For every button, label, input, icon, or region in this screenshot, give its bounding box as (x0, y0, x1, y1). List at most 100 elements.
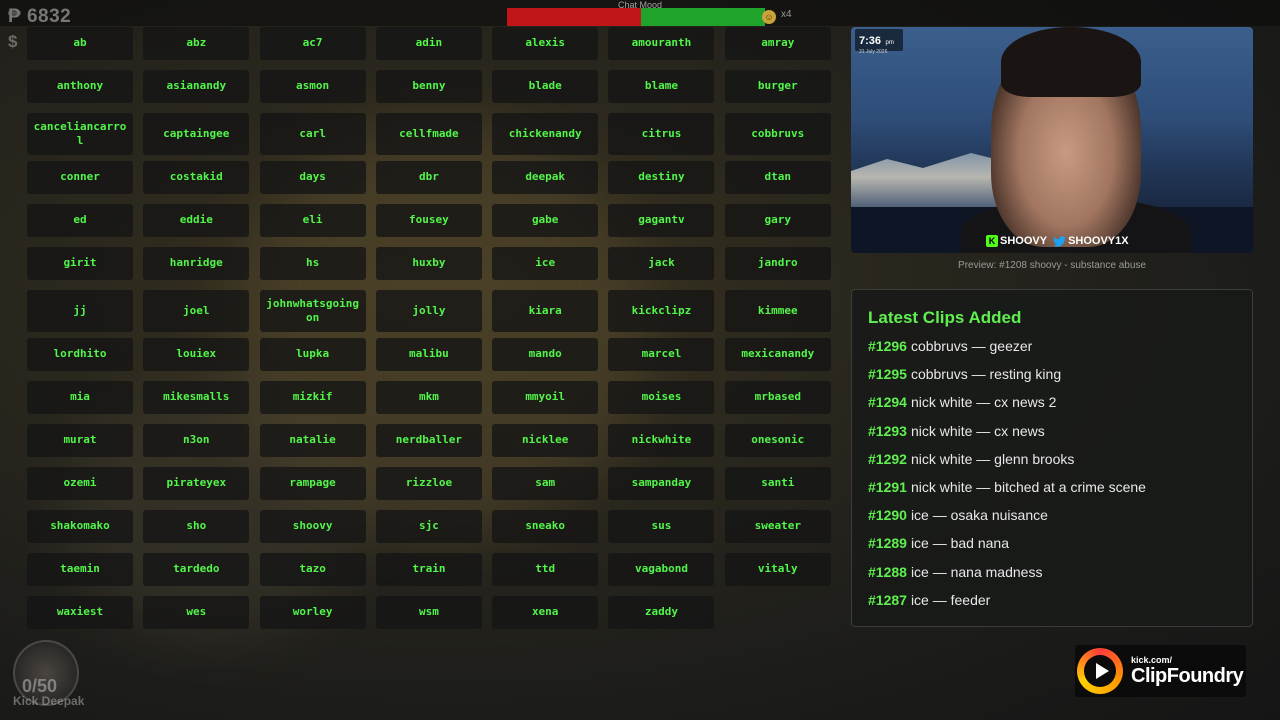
clip-button-sneako[interactable]: sneako (492, 510, 599, 543)
clip-button-jolly[interactable]: jolly (375, 290, 482, 332)
clip-button-mizkif[interactable]: mizkif (259, 381, 366, 414)
clip-button-jandro[interactable]: jandro (724, 247, 831, 280)
clip-button-malibu[interactable]: malibu (375, 338, 482, 371)
clip-button-ed[interactable]: ed (27, 204, 133, 237)
clip-button-joel[interactable]: joel (143, 290, 250, 332)
clip-button-onesonic[interactable]: onesonic (724, 424, 831, 457)
clip-button-burger[interactable]: burger (724, 70, 831, 103)
clip-button-mando[interactable]: mando (492, 338, 599, 371)
clip-button-mkm[interactable]: mkm (375, 381, 482, 414)
clip-button-gary[interactable]: gary (724, 204, 831, 237)
clip-button-ttd[interactable]: ttd (492, 553, 599, 586)
clip-button-kickclipz[interactable]: kickclipz (608, 290, 715, 332)
clip-button-mexicanandy[interactable]: mexicanandy (724, 338, 831, 371)
clip-button-dtan[interactable]: dtan (724, 161, 831, 194)
clip-button-amouranth[interactable]: amouranth (608, 27, 715, 60)
clip-button-eddie[interactable]: eddie (143, 204, 250, 237)
clip-button-mmyoil[interactable]: mmyoil (492, 381, 599, 414)
clip-button-worley[interactable]: worley (259, 596, 366, 629)
clip-button-kiara[interactable]: kiara (492, 290, 599, 332)
clip-row: #1292 nick white — glenn brooks (868, 449, 1236, 477)
clip-button-natalie[interactable]: natalie (259, 424, 366, 457)
clip-button-hanridge[interactable]: hanridge (143, 247, 250, 280)
clip-button-tardedo[interactable]: tardedo (143, 553, 250, 586)
clip-button-wsm[interactable]: wsm (375, 596, 482, 629)
clip-button-ice[interactable]: ice (492, 247, 599, 280)
clip-button-asmon[interactable]: asmon (259, 70, 366, 103)
clip-button-nicklee[interactable]: nicklee (492, 424, 599, 457)
clip-button-shakomako[interactable]: shakomako (27, 510, 133, 543)
clip-button-shoovy[interactable]: shoovy (259, 510, 366, 543)
clip-button-dbr[interactable]: dbr (375, 161, 482, 194)
clip-button-deepak[interactable]: deepak (492, 161, 599, 194)
clip-button-mikesmalls[interactable]: mikesmalls (143, 381, 250, 414)
clip-button-marcel[interactable]: marcel (608, 338, 715, 371)
clip-button-asianandy[interactable]: asianandy (143, 70, 250, 103)
clip-button-vitaly[interactable]: vitaly (724, 553, 831, 586)
clip-button-anthony[interactable]: anthony (27, 70, 133, 103)
preview-video[interactable]: 7:36 pm 31 July 2026 K SHOOVY SHOOVY1X (851, 27, 1253, 253)
clip-button-benny[interactable]: benny (375, 70, 482, 103)
clip-button-mia[interactable]: mia (27, 381, 133, 414)
clip-button-jj[interactable]: jj (27, 290, 133, 332)
clip-button-vagabond[interactable]: vagabond (608, 553, 715, 586)
clip-button-tazo[interactable]: tazo (259, 553, 366, 586)
clip-button-santi[interactable]: santi (724, 467, 831, 500)
clip-button-xena[interactable]: xena (492, 596, 599, 629)
clip-button-cobbruvs[interactable]: cobbruvs (724, 113, 831, 155)
clip-button-pirateyex[interactable]: pirateyex (143, 467, 250, 500)
clip-button-sjc[interactable]: sjc (375, 510, 482, 543)
clip-button-mrbased[interactable]: mrbased (724, 381, 831, 414)
clip-button-abz[interactable]: abz (143, 27, 250, 60)
clip-button-eli[interactable]: eli (259, 204, 366, 237)
clip-button-hs[interactable]: hs (259, 247, 366, 280)
clip-button-taemin[interactable]: taemin (27, 553, 133, 586)
clip-button-alexis[interactable]: alexis (492, 27, 599, 60)
clip-button-blame[interactable]: blame (608, 70, 715, 103)
clip-button-blade[interactable]: blade (492, 70, 599, 103)
clip-button-rampage[interactable]: rampage (259, 467, 366, 500)
clip-button-zaddy[interactable]: zaddy (608, 596, 715, 629)
clip-button-waxiest[interactable]: waxiest (27, 596, 133, 629)
clip-button-days[interactable]: days (259, 161, 366, 194)
clip-button-moises[interactable]: moises (608, 381, 715, 414)
clip-button-girit[interactable]: girit (27, 247, 133, 280)
clip-button-captaingee[interactable]: captaingee (143, 113, 250, 155)
clip-button-huxby[interactable]: huxby (375, 247, 482, 280)
clip-number: #1289 (868, 535, 907, 552)
clip-button-johnwhatsgoingon[interactable]: johnwhatsgoingon (259, 290, 366, 332)
clip-button-n3on[interactable]: n3on (143, 424, 250, 457)
clip-button-sampanday[interactable]: sampanday (608, 467, 715, 500)
clip-button-wes[interactable]: wes (143, 596, 250, 629)
clip-button-gabe[interactable]: gabe (492, 204, 599, 237)
clip-button-costakid[interactable]: costakid (143, 161, 250, 194)
clip-button-sho[interactable]: sho (143, 510, 250, 543)
clip-button-train[interactable]: train (375, 553, 482, 586)
clip-button-lupka[interactable]: lupka (259, 338, 366, 371)
clip-button-ab[interactable]: ab (27, 27, 133, 60)
clip-button-fousey[interactable]: fousey (375, 204, 482, 237)
clip-button-nerdballer[interactable]: nerdballer (375, 424, 482, 457)
clip-button-citrus[interactable]: citrus (608, 113, 715, 155)
clip-button-amray[interactable]: amray (724, 27, 831, 60)
clip-button-murat[interactable]: murat (27, 424, 133, 457)
clip-button-gagantv[interactable]: gagantv (608, 204, 715, 237)
clip-button-sam[interactable]: sam (492, 467, 599, 500)
clip-button-nickwhite[interactable]: nickwhite (608, 424, 715, 457)
clip-button-carl[interactable]: carl (259, 113, 366, 155)
clip-button-ac7[interactable]: ac7 (259, 27, 366, 60)
clip-button-kimmee[interactable]: kimmee (724, 290, 831, 332)
clip-button-ozemi[interactable]: ozemi (27, 467, 133, 500)
clip-button-jack[interactable]: jack (608, 247, 715, 280)
clip-button-sus[interactable]: sus (608, 510, 715, 543)
clip-button-louiex[interactable]: louiex (143, 338, 250, 371)
clip-button-destiny[interactable]: destiny (608, 161, 715, 194)
clip-button-sweater[interactable]: sweater (724, 510, 831, 543)
clip-button-canceliancarrol[interactable]: canceliancarrol (27, 113, 133, 155)
clip-button-rizzloe[interactable]: rizzloe (375, 467, 482, 500)
clip-button-adin[interactable]: adin (375, 27, 482, 60)
clip-button-chickenandy[interactable]: chickenandy (492, 113, 599, 155)
clip-button-lordhito[interactable]: lordhito (27, 338, 133, 371)
clip-button-cellfmade[interactable]: cellfmade (375, 113, 482, 155)
clip-button-conner[interactable]: conner (27, 161, 133, 194)
